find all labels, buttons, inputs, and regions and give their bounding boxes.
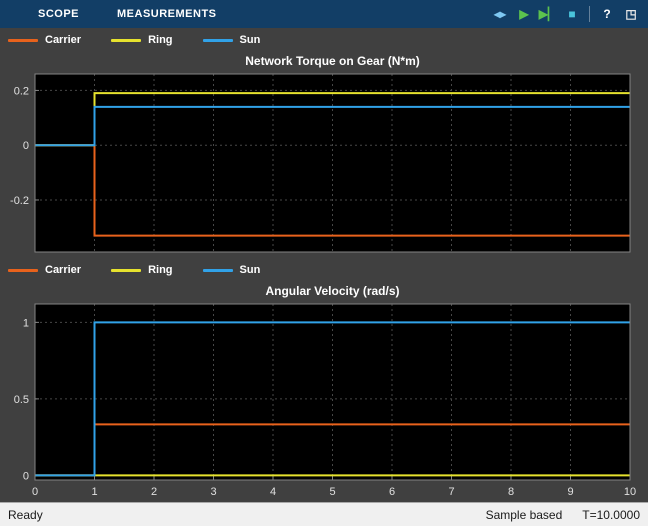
- y-tick-label: 1: [23, 317, 29, 329]
- status-sim-time: T=10.0000: [582, 507, 640, 522]
- legend-velocity: Carrier Ring Sun: [0, 258, 648, 282]
- tab-scope[interactable]: SCOPE: [26, 0, 91, 28]
- toolstrip: SCOPE MEASUREMENTS ◂▸ ▶ ▶▏ ■? ◳: [0, 0, 648, 28]
- legend-label-carrier: Carrier: [45, 34, 82, 46]
- simulink-icon[interactable]: ◂▸: [489, 3, 511, 25]
- tab-measurements[interactable]: MEASUREMENTS: [105, 0, 229, 28]
- legend-item-ring[interactable]: Ring: [111, 264, 173, 276]
- x-tick-label: 3: [210, 486, 216, 498]
- sun-line-sample: [202, 38, 233, 42]
- legend-item-sun[interactable]: Sun: [202, 34, 261, 46]
- x-tick-label: 8: [508, 486, 514, 498]
- velocity-chart: Angular Velocity (rad/s) 1 0.5 0 0 1 2 3 4 5 6 7 8 9…: [0, 282, 648, 502]
- velocity-plot-area[interactable]: 1 0.5 00 1 2 3 4 5 6 7 8 9 10: [0, 302, 648, 502]
- legend-label-carrier: Carrier: [45, 264, 82, 276]
- y-tick-label: 0: [23, 470, 29, 482]
- carrier-line-sample: [8, 268, 38, 272]
- x-tick-label: 6: [389, 486, 395, 498]
- x-tick-label: 5: [329, 486, 335, 498]
- y-tick-label: 0.5: [14, 394, 29, 406]
- toolbar-icon-group: ◂▸ ▶ ▶▏ ■? ◳: [489, 0, 648, 28]
- torque-chart-title: Network Torque on Gear (N*m): [245, 54, 420, 68]
- y-tick-label: 0: [23, 140, 29, 152]
- legend-item-sun[interactable]: Sun: [202, 264, 261, 276]
- toolbar-separator: [589, 6, 590, 22]
- velocity-chart-title: Angular Velocity (rad/s): [265, 284, 400, 298]
- legend-item-carrier[interactable]: Carrier: [8, 34, 81, 46]
- x-tick-label: 9: [567, 486, 573, 498]
- torque-plot-area[interactable]: 0.2 0 -0.2: [0, 72, 648, 258]
- sun-line-sample: [202, 268, 233, 272]
- legend-torque: Carrier Ring Sun: [0, 28, 648, 52]
- legend-item-carrier[interactable]: Carrier: [8, 264, 81, 276]
- legend-label-sun: Sun: [239, 264, 261, 276]
- torque-chart: Network Torque on Gear (N*m) 0.2 0 -0.2: [0, 52, 648, 258]
- x-tick-label: 10: [624, 486, 636, 498]
- help-icon[interactable]: ?: [596, 3, 618, 25]
- x-tick-label: 0: [32, 486, 38, 498]
- status-sample-mode: Sample based: [485, 507, 563, 522]
- ring-line-sample: [111, 38, 142, 42]
- legend-label-sun: Sun: [239, 34, 261, 46]
- stop-icon[interactable]: ■: [561, 3, 583, 25]
- scope-window: SCOPE MEASUREMENTS ◂▸ ▶ ▶▏ ■? ◳ Carrier Ring…: [0, 0, 648, 526]
- legend-label-ring: Ring: [148, 264, 173, 276]
- step-forward-icon[interactable]: ▶▏: [537, 3, 559, 25]
- legend-label-ring: Ring: [148, 34, 173, 46]
- x-tick-label: 2: [151, 486, 157, 498]
- ring-line-sample: [111, 268, 142, 272]
- x-tick-label: 7: [448, 486, 454, 498]
- status-right-group: Sample based T=10.0000: [486, 508, 640, 522]
- dock-icon[interactable]: ◳: [620, 3, 642, 25]
- x-tick-label: 4: [270, 486, 276, 498]
- toolstrip-tabs: SCOPE MEASUREMENTS: [0, 0, 243, 28]
- x-tick-label: 1: [91, 486, 97, 498]
- y-tick-label: 0.2: [14, 85, 29, 97]
- status-ready: Ready: [8, 507, 43, 522]
- status-bar: Ready Sample based T=10.0000: [0, 502, 648, 526]
- carrier-line-sample: [8, 38, 38, 42]
- run-icon[interactable]: ▶: [513, 3, 535, 25]
- y-tick-label: -0.2: [10, 195, 29, 207]
- legend-item-ring[interactable]: Ring: [111, 34, 173, 46]
